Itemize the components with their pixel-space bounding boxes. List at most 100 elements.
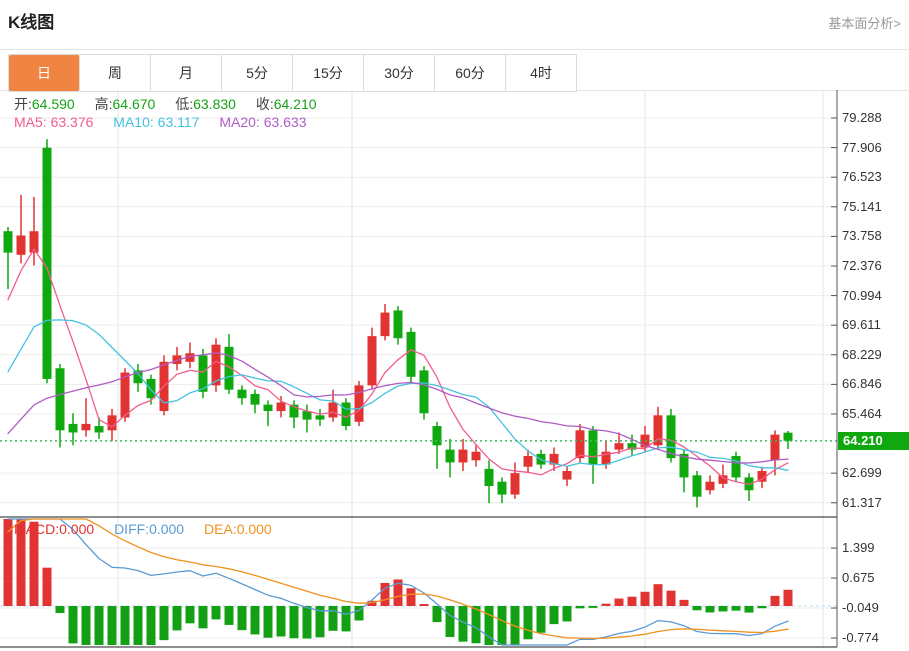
y-axis-label: 72.376 [842,258,882,274]
candle-body [264,405,273,411]
y-axis-label: 79.288 [842,110,882,126]
y-axis-label: 0.675 [842,570,875,586]
candle-body [485,469,494,486]
macd-bar [719,606,728,611]
candle-body [95,426,104,432]
y-axis-label: 77.906 [842,140,882,156]
low-label: 低: [175,96,193,112]
macd-bar [251,606,260,634]
y-axis-label: 66.846 [842,376,882,392]
macd-bar [706,606,715,612]
y-axis-label: 73.758 [842,228,882,244]
macd-bar [433,606,442,622]
open-value: 64.590 [32,96,75,112]
macd-bar [680,600,689,606]
ma20-value: 63.633 [264,114,307,130]
ma5-label: MA5: [14,114,47,130]
current-price-tag: 64.210 [838,432,909,450]
macd-bar [745,606,754,613]
candle-body [121,373,130,418]
candle-body [433,426,442,445]
macd-bar [82,606,91,645]
candle-body [394,310,403,338]
macd-bar [199,606,208,628]
macd-bar [472,606,481,643]
close-label: 收: [256,96,274,112]
macd-bar [407,588,416,606]
y-axis-label: 70.994 [842,288,882,304]
candle-body [329,402,338,417]
candle-body [56,368,65,430]
candle-body [420,370,429,413]
diff-label: DIFF: [114,521,149,537]
macd-bar [693,606,702,610]
y-axis-label: 75.141 [842,199,882,215]
candle-body [17,235,26,254]
candle-body [719,475,728,484]
candle-body [589,430,598,464]
y-axis-label: -0.774 [842,630,879,646]
candle-body [69,424,78,433]
y-axis-label: 76.523 [842,169,882,185]
macd-bar [147,606,156,645]
open-label: 开: [14,96,32,112]
y-axis-label: -0.049 [842,600,879,616]
macd-bar [121,606,130,645]
dea-value: 0.000 [237,521,272,537]
candle-body [771,435,780,461]
macd-bar [446,606,455,637]
high-label: 高: [95,96,113,112]
macd-bar [732,606,741,611]
candle-body [706,482,715,491]
macd-bar [784,590,793,606]
low-value: 63.830 [193,96,236,112]
candle-body [4,231,13,252]
high-value: 64.670 [113,96,156,112]
candle-body [576,430,585,458]
candle-body [524,456,533,467]
dea-label: DEA: [204,521,237,537]
macd-value: 0.000 [59,521,94,537]
macd-bar [758,606,767,608]
macd-readout: MACD:0.000 DIFF:0.000 DEA:0.000 [14,521,288,537]
y-axis-label: 1.399 [842,540,875,556]
ma5-value: 63.376 [51,114,94,130]
macd-bar [290,606,299,638]
candle-body [238,390,247,399]
candle-body [498,482,507,495]
kline-page: K线图 基本面分析> 日 周 月 5分 15分 30分 60分 4时 开:64.… [0,0,909,651]
candle-body [108,415,117,430]
y-axis-label: 65.464 [842,406,882,422]
candle-body [82,424,91,430]
candle-body [693,475,702,496]
macd-bar [771,596,780,606]
candle-body [459,450,468,463]
macd-bar [342,606,351,631]
candle-body [511,473,520,494]
candle-body [446,450,455,463]
candle-body [563,471,572,480]
macd-bar [264,606,273,638]
candle-body [277,402,286,411]
macd-bar [550,606,559,624]
macd-bar [225,606,234,625]
candle-body [472,452,481,461]
macd-bar [212,606,221,619]
candle-body [342,402,351,426]
macd-bar [277,606,286,637]
macd-bar [56,606,65,613]
macd-bar [134,606,143,645]
macd-bar [173,606,182,630]
candle-body [316,415,325,419]
macd-bar [498,606,507,645]
ma10-value: 63.117 [158,114,200,130]
ma20-label: MA20: [219,114,259,130]
candle-body [667,415,676,458]
candle-body [381,313,390,337]
ma-readout: MA5: 63.376 MA10: 63.117 MA20: 63.633 [14,114,323,130]
macd-bar [654,584,663,606]
macd-bar [628,597,637,606]
macd-bar [589,606,598,608]
macd-bar [238,606,247,630]
candle-body [407,332,416,377]
